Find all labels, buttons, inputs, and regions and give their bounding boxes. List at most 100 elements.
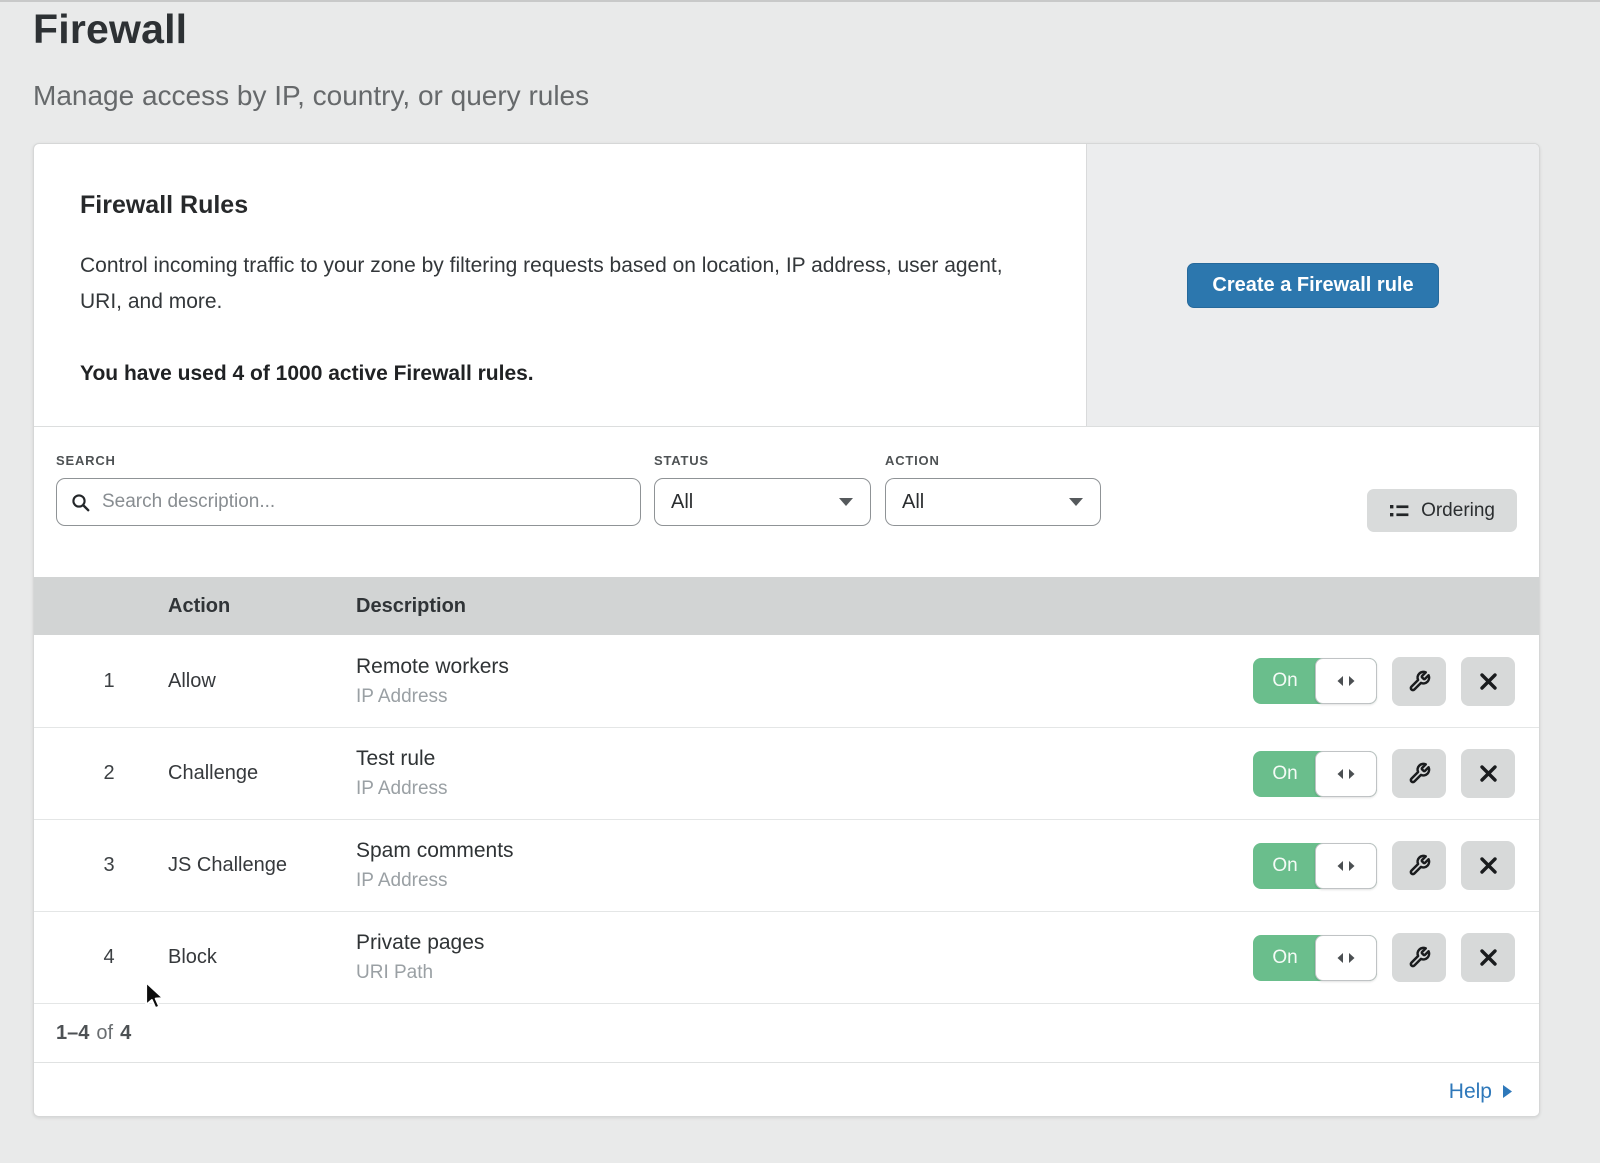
help-link-label: Help	[1449, 1080, 1492, 1104]
arrow-right-icon	[1502, 1084, 1513, 1099]
rule-controls: On	[1253, 749, 1515, 798]
delete-rule-button[interactable]	[1461, 841, 1515, 890]
toggle-knob[interactable]	[1315, 658, 1377, 704]
pagination-of: of	[96, 1022, 113, 1045]
delete-rule-button[interactable]	[1461, 933, 1515, 982]
x-icon	[1479, 948, 1498, 967]
ordering-button-label: Ordering	[1421, 500, 1495, 522]
x-icon	[1479, 764, 1498, 783]
action-select-value: All	[902, 491, 924, 514]
firewall-rules-card: Firewall Rules Control incoming traffic …	[33, 143, 1540, 1117]
chevron-down-icon	[838, 497, 854, 507]
toggle-knob[interactable]	[1315, 935, 1377, 981]
pagination: 1–4 of 4	[34, 1003, 1539, 1062]
table-row: 4 Block Private pages URI Path On	[34, 911, 1539, 1003]
rule-match-type: IP Address	[356, 778, 1253, 800]
rule-toggle[interactable]: On	[1253, 935, 1377, 981]
left-right-arrows-icon	[1335, 767, 1357, 781]
rule-number: 4	[94, 946, 124, 969]
rule-action: Challenge	[168, 762, 356, 785]
rule-description: Spam comments	[356, 839, 1253, 863]
pagination-total: 4	[120, 1022, 131, 1045]
table-body: 1 Allow Remote workers IP Address On	[34, 635, 1539, 1003]
toggle-knob[interactable]	[1315, 843, 1377, 889]
rule-action: Block	[168, 946, 356, 969]
delete-rule-button[interactable]	[1461, 749, 1515, 798]
column-action: Action	[168, 595, 356, 618]
search-filter: SEARCH	[56, 453, 641, 526]
table-row: 3 JS Challenge Spam comments IP Address …	[34, 819, 1539, 911]
page-subtitle: Manage access by IP, country, or query r…	[33, 80, 589, 112]
action-filter: ACTION All	[885, 453, 1101, 526]
rule-match-type: IP Address	[356, 686, 1253, 708]
wrench-icon	[1408, 946, 1431, 969]
rule-action: Allow	[168, 670, 356, 693]
search-input-wrap	[56, 478, 641, 526]
rule-controls: On	[1253, 841, 1515, 890]
toggle-state-label: On	[1253, 843, 1317, 889]
rules-intro-text: Firewall Rules Control incoming traffic …	[34, 144, 1087, 426]
left-right-arrows-icon	[1335, 951, 1357, 965]
left-right-arrows-icon	[1335, 674, 1357, 688]
help-link[interactable]: Help	[1449, 1080, 1513, 1104]
status-select[interactable]: All	[654, 478, 871, 526]
page-title: Firewall	[33, 6, 187, 53]
rule-description-cell: Remote workers IP Address	[356, 655, 1253, 708]
rule-match-type: URI Path	[356, 962, 1253, 984]
edit-rule-button[interactable]	[1392, 841, 1446, 890]
help-row: Help	[34, 1062, 1539, 1117]
rule-action: JS Challenge	[168, 854, 356, 877]
rule-number: 1	[94, 670, 124, 693]
rule-description-cell: Spam comments IP Address	[356, 839, 1253, 892]
action-select[interactable]: All	[885, 478, 1101, 526]
left-right-arrows-icon	[1335, 859, 1357, 873]
filters-bar: SEARCH STATUS All	[34, 427, 1539, 577]
status-select-value: All	[671, 491, 693, 514]
firewall-page: Firewall Manage access by IP, country, o…	[0, 0, 1600, 1163]
edit-rule-button[interactable]	[1392, 933, 1446, 982]
search-input[interactable]	[100, 490, 626, 514]
wrench-icon	[1408, 762, 1431, 785]
card-heading: Firewall Rules	[80, 191, 1087, 220]
table-row: 1 Allow Remote workers IP Address On	[34, 635, 1539, 727]
rule-toggle[interactable]: On	[1253, 658, 1377, 704]
rules-intro-section: Firewall Rules Control incoming traffic …	[34, 144, 1539, 427]
rule-description-cell: Private pages URI Path	[356, 931, 1253, 984]
rule-description-cell: Test rule IP Address	[356, 747, 1253, 800]
rule-number: 3	[94, 854, 124, 877]
toggle-state-label: On	[1253, 751, 1317, 797]
edit-rule-button[interactable]	[1392, 657, 1446, 706]
ordered-list-icon	[1389, 502, 1409, 520]
table-header: Action Description	[34, 577, 1539, 635]
rule-controls: On	[1253, 933, 1515, 982]
edit-rule-button[interactable]	[1392, 749, 1446, 798]
usage-note: You have used 4 of 1000 active Firewall …	[80, 362, 1087, 386]
rule-toggle[interactable]: On	[1253, 843, 1377, 889]
rule-toggle[interactable]: On	[1253, 751, 1377, 797]
create-firewall-rule-button[interactable]: Create a Firewall rule	[1187, 263, 1438, 308]
rule-description: Private pages	[356, 931, 1253, 955]
rule-controls: On	[1253, 657, 1515, 706]
toggle-state-label: On	[1253, 658, 1317, 704]
pagination-range: 1–4	[56, 1022, 89, 1045]
toggle-state-label: On	[1253, 935, 1317, 981]
status-label: STATUS	[654, 453, 871, 468]
delete-rule-button[interactable]	[1461, 657, 1515, 706]
wrench-icon	[1408, 854, 1431, 877]
search-label: SEARCH	[56, 453, 641, 468]
chevron-down-icon	[1068, 497, 1084, 507]
rule-number: 2	[94, 762, 124, 785]
card-description: Control incoming traffic to your zone by…	[80, 248, 1030, 320]
search-icon	[71, 493, 90, 512]
action-label: ACTION	[885, 453, 1101, 468]
rule-match-type: IP Address	[356, 870, 1253, 892]
toggle-knob[interactable]	[1315, 751, 1377, 797]
rule-description: Remote workers	[356, 655, 1253, 679]
column-description: Description	[356, 595, 1539, 618]
ordering-button[interactable]: Ordering	[1367, 489, 1517, 532]
x-icon	[1479, 856, 1498, 875]
wrench-icon	[1408, 670, 1431, 693]
table-row: 2 Challenge Test rule IP Address On	[34, 727, 1539, 819]
create-rule-panel: Create a Firewall rule	[1086, 144, 1539, 426]
status-filter: STATUS All	[654, 453, 871, 526]
